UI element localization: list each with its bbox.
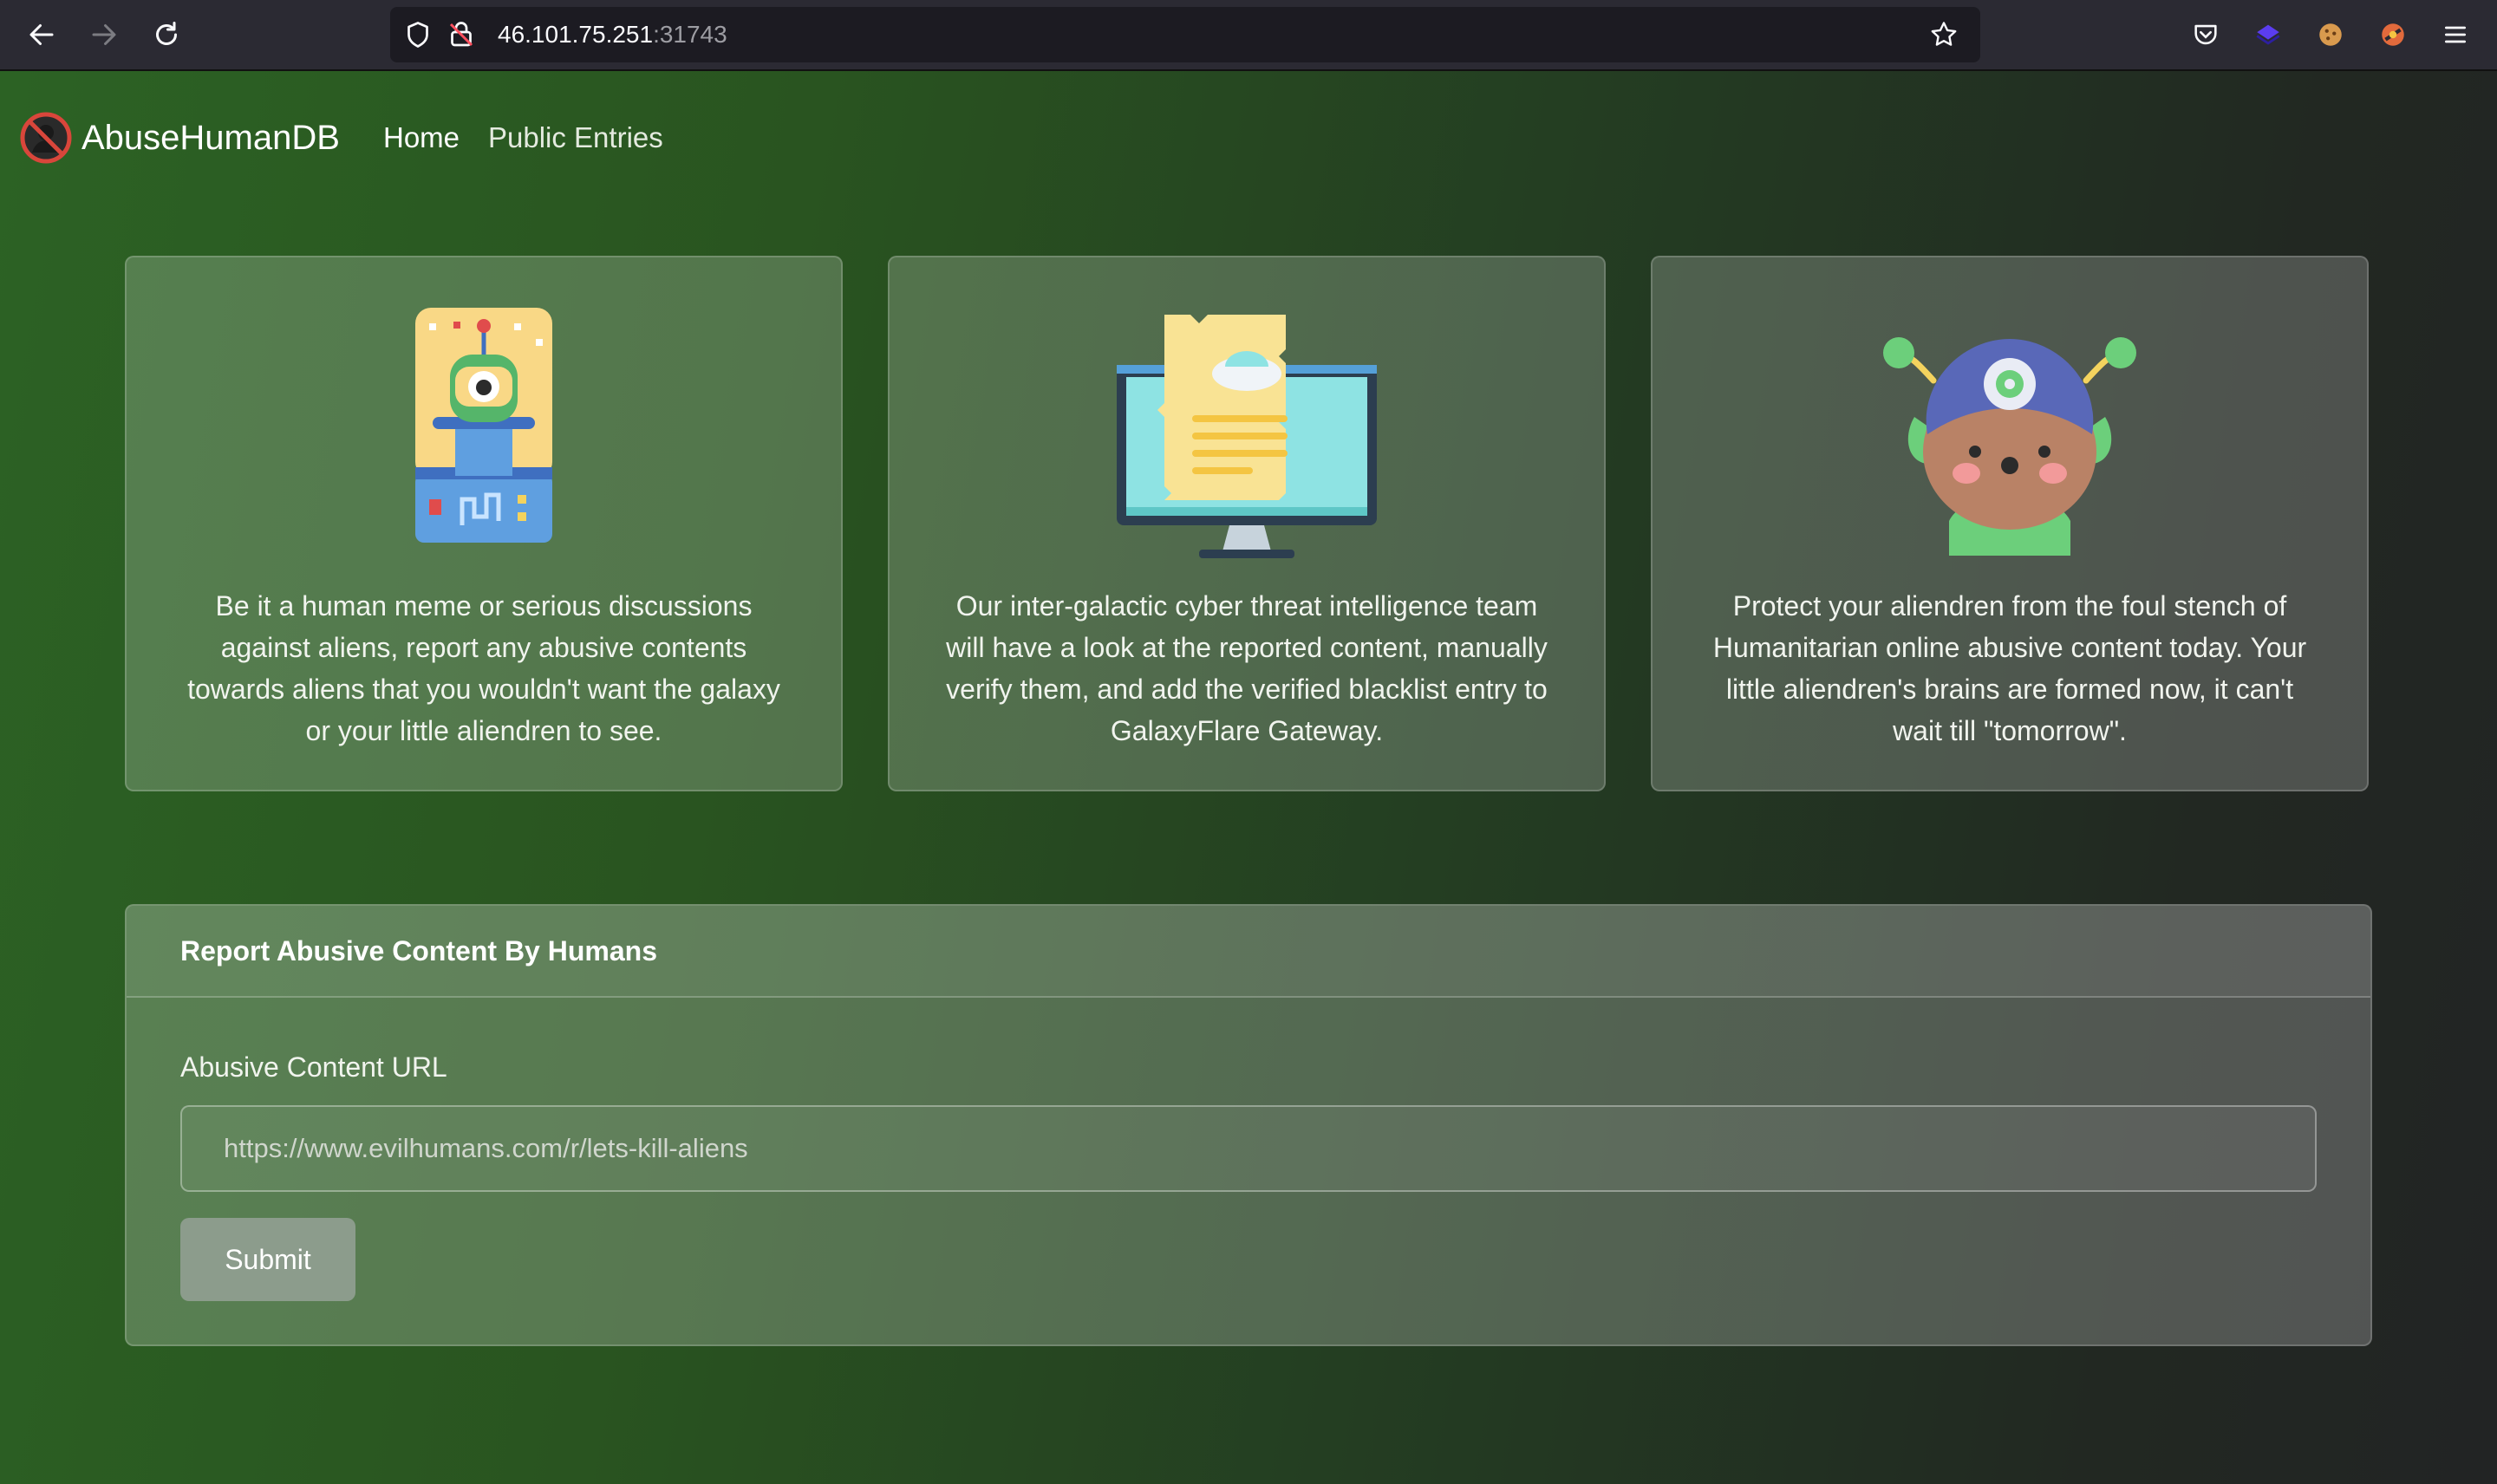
monitor-document-icon (1117, 315, 1377, 558)
nav-home[interactable]: Home (383, 116, 460, 159)
card-text: Protect your aliendren from the foul ste… (1712, 590, 2307, 746)
lock-icon[interactable] (446, 19, 477, 50)
page: AbuseHumanDB Home Public Entries Be it a… (0, 71, 2497, 1484)
shield-icon[interactable] (402, 19, 434, 50)
extension-2-icon (2382, 23, 2404, 46)
cookie-button[interactable] (2313, 17, 2348, 52)
extension-2-button[interactable] (2376, 17, 2410, 52)
alien-child-icon (1883, 337, 2136, 556)
report-form-card: Report Abusive Content By Humans Abusive… (125, 904, 2372, 1346)
menu-button[interactable] (2438, 17, 2473, 52)
url-text[interactable]: 46.101.75.251:31743 (498, 7, 727, 62)
abusive-url-input[interactable] (180, 1105, 2317, 1192)
reload-button[interactable] (147, 16, 186, 54)
url-port: :31743 (653, 21, 727, 48)
extension-button[interactable] (2251, 17, 2285, 52)
card-text: Be it a human meme or serious discussion… (187, 590, 780, 746)
card-text: Our inter-galactic cyber threat intellig… (946, 590, 1548, 746)
pocket-icon (2194, 24, 2217, 45)
submit-button[interactable]: Submit (180, 1218, 355, 1301)
card-illustration (127, 304, 841, 556)
extension-icon (2256, 24, 2280, 45)
info-card: Be it a human meme or serious discussion… (125, 256, 843, 791)
back-icon (29, 24, 54, 45)
card-illustration (890, 304, 1604, 558)
card-illustration (1653, 304, 2367, 556)
cookie-icon (2319, 23, 2342, 46)
brand-name[interactable]: AbuseHumanDB (81, 114, 340, 161)
forward-button[interactable] (85, 16, 123, 54)
back-button[interactable] (23, 16, 61, 54)
info-card: Our inter-galactic cyber threat intellig… (888, 256, 1606, 791)
info-card: Protect your aliendren from the foul ste… (1651, 256, 2369, 791)
star-icon[interactable] (1928, 19, 1959, 50)
report-card-header: Report Abusive Content By Humans (127, 906, 2370, 998)
report-title: Report Abusive Content By Humans (180, 935, 657, 967)
forward-icon (92, 24, 116, 45)
nav-public-entries[interactable]: Public Entries (488, 116, 663, 159)
reload-icon (156, 22, 177, 45)
address-bar[interactable]: 46.101.75.251:31743 (390, 7, 1980, 62)
brand-logo-icon[interactable] (19, 111, 73, 165)
abusive-url-label: Abusive Content URL (180, 1051, 447, 1083)
alien-robot-icon (415, 308, 552, 543)
pocket-button[interactable] (2188, 17, 2223, 52)
url-host: 46.101.75.251 (498, 21, 654, 48)
browser-toolbar: 46.101.75.251:31743 (0, 0, 2497, 71)
navbar: AbuseHumanDB Home Public Entries (0, 71, 2497, 201)
menu-icon (2445, 26, 2466, 43)
